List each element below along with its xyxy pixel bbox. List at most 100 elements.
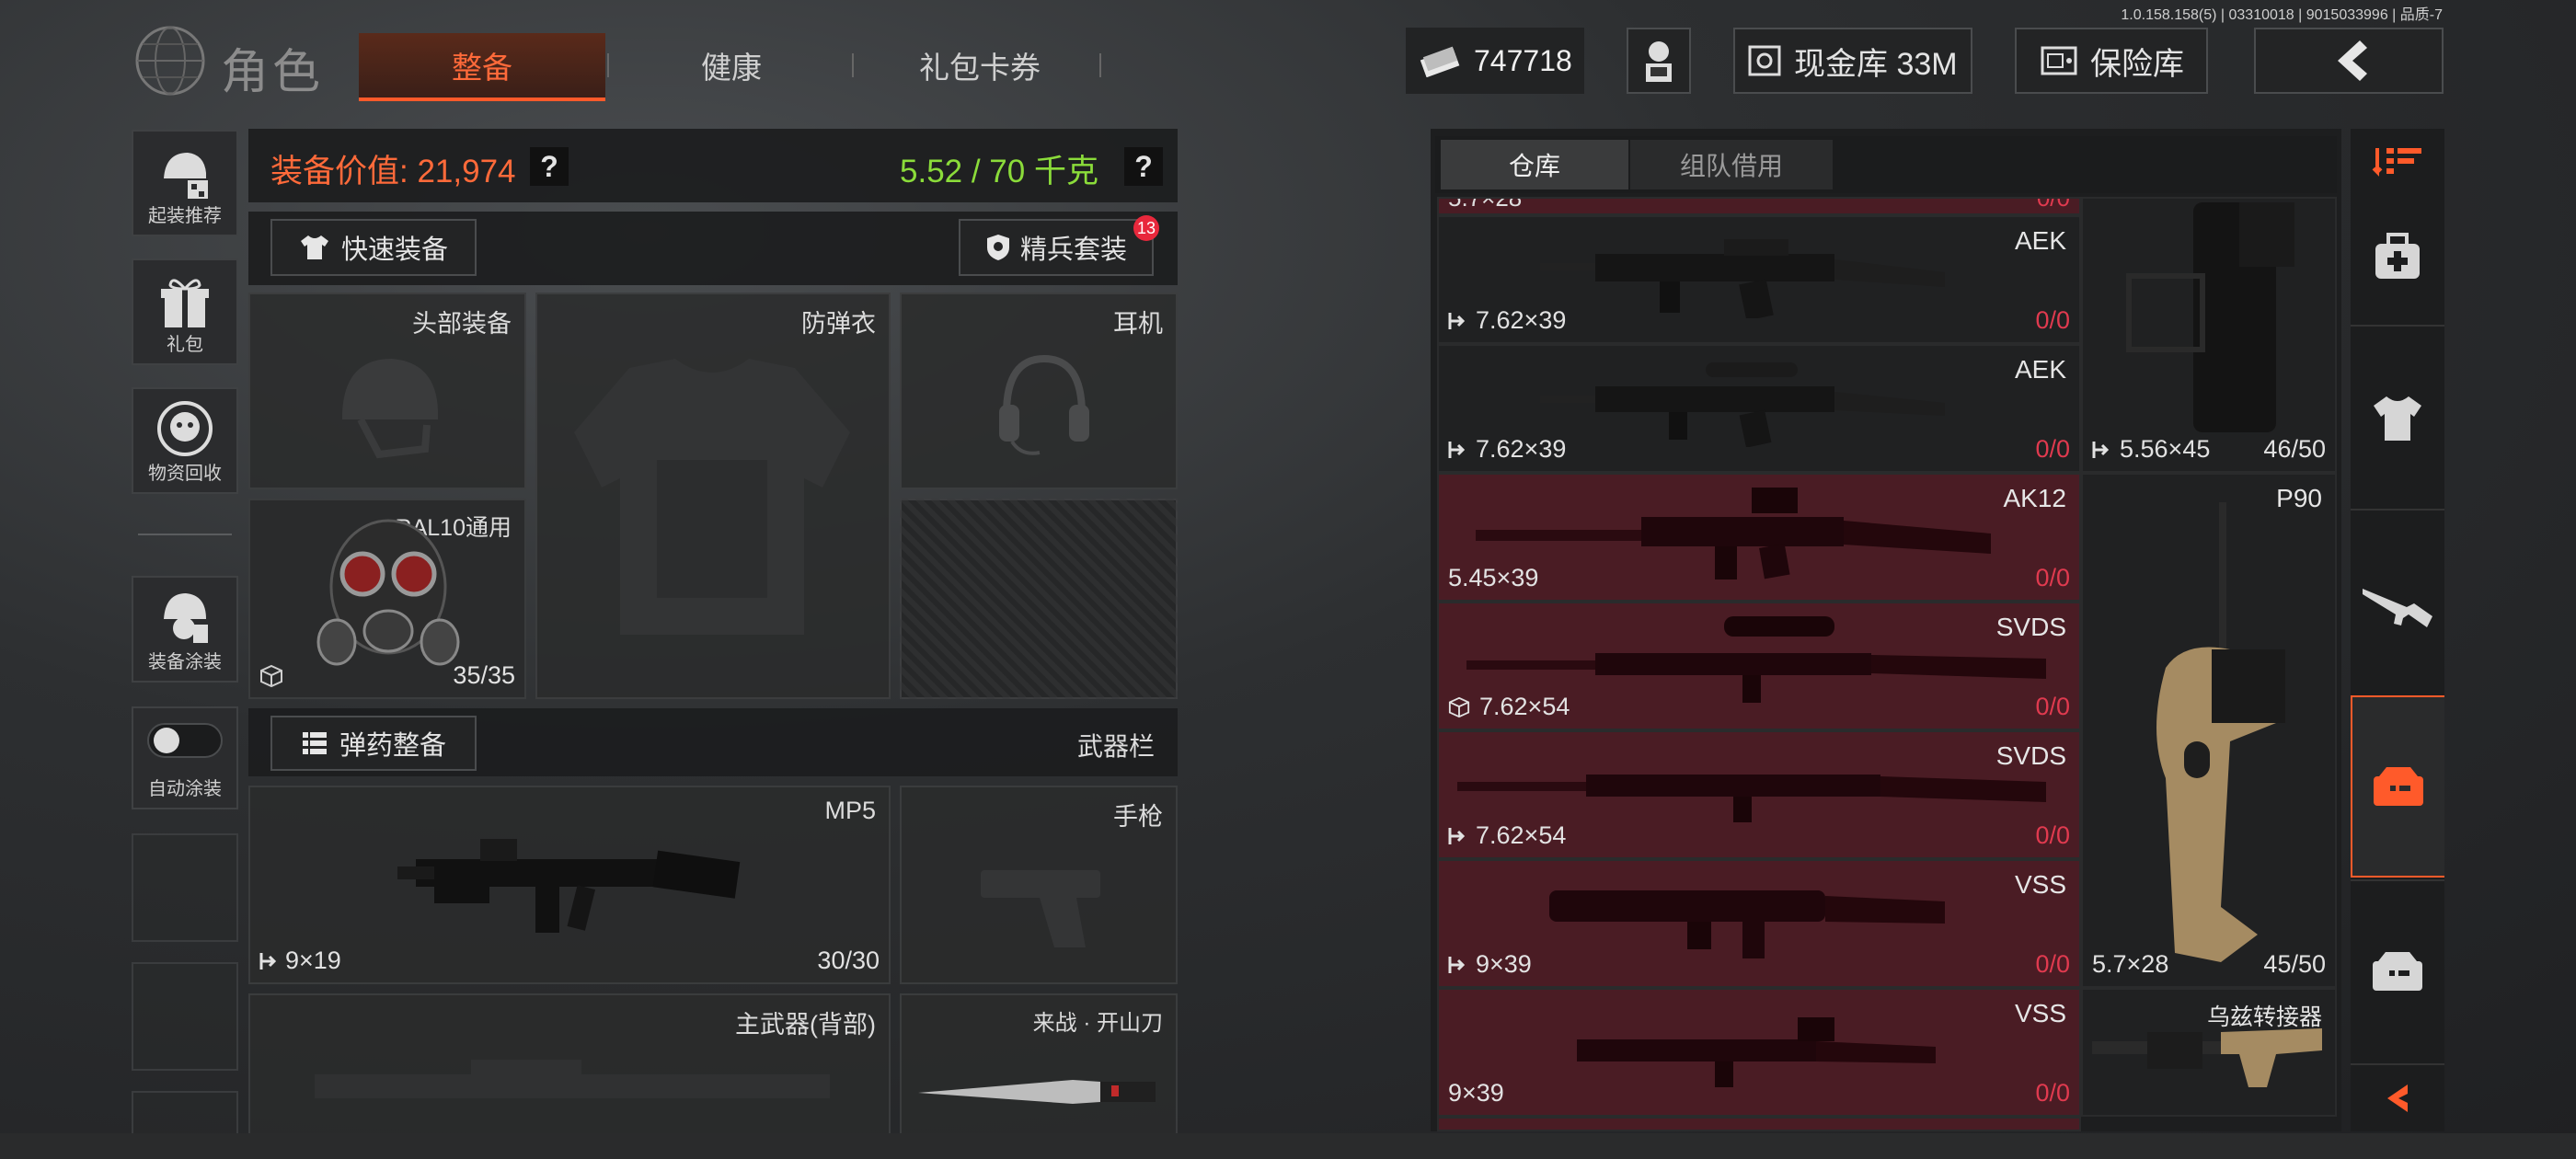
recycle-icon [155, 399, 214, 458]
link-icon [1448, 955, 1466, 975]
sidebar-item-recycle[interactable]: 物资回收 [132, 387, 238, 494]
nav-weapons[interactable] [2351, 512, 2444, 694]
caliber-text: 9×19 [285, 947, 341, 974]
pistol-slot-title: 手枪 [1113, 803, 1163, 831]
sort-button[interactable] [2351, 133, 2444, 189]
medkit-icon [2372, 231, 2423, 282]
weapon-name: VSS [2014, 999, 2066, 1027]
quick-equip-label: 快速装备 [340, 235, 448, 265]
vss-rifle-icon [1549, 874, 1954, 966]
weapon-list-item[interactable]: 5.7×28 0/0 [1437, 197, 2081, 215]
tab-equip[interactable]: 整备 [359, 33, 605, 101]
weapon-list-item[interactable]: AK12 5.45×39 0/0 [1437, 473, 2081, 602]
nav-storage[interactable] [2351, 879, 2444, 1061]
elite-set-button[interactable]: 精兵套装 [959, 219, 1154, 276]
weapon-list-item[interactable]: VSS 9×39 0/0 [1437, 859, 2081, 988]
operator-icon [1638, 38, 1680, 84]
mask-slot[interactable]: RAL10通用 35/35 [248, 499, 526, 699]
tab-health[interactable]: 健康 [644, 33, 819, 98]
rifle-placeholder-icon [287, 1060, 857, 1133]
weapon-name: AK12 [2003, 484, 2067, 512]
empty-equipment-slot[interactable] [900, 499, 1178, 699]
caliber-text: 5.45×39 [1448, 564, 1539, 591]
globe-logo-icon [133, 24, 207, 98]
tab-gift-cards[interactable]: 礼包卡券 [883, 33, 1076, 98]
weapon-caliber: 5.45×39 [1448, 564, 1538, 592]
secondary-weapon-slot[interactable]: MP5 9×19 30/30 [248, 786, 891, 984]
link-icon [1448, 311, 1466, 331]
caliber-text: 9×39 [1476, 950, 1532, 978]
aek-scoped-rifle-icon [1540, 355, 1963, 447]
tab-gift-cards-label: 礼包卡券 [919, 51, 1041, 85]
tab-warehouse-label: 仓库 [1508, 152, 1560, 180]
agent-button[interactable] [1627, 28, 1691, 94]
quick-equip-button[interactable]: 快速装备 [270, 219, 477, 276]
vest-placeholder-icon [565, 350, 859, 653]
cash-vault-button[interactable]: 现金库 33M [1733, 28, 1972, 94]
head-slot[interactable]: 头部装备 [248, 293, 526, 489]
weapon-count: 0/0 [2035, 1079, 2070, 1107]
caliber-text: 7.62×39 [1476, 306, 1567, 334]
sidebar-item-label: 礼包 [167, 335, 203, 355]
weapon-list-item[interactable]: 5.56×45 46/50 [2081, 197, 2337, 473]
tab-divider [852, 53, 854, 77]
sidebar-item-loadout-recommend[interactable]: 起装推荐 [132, 130, 238, 236]
collapse-button[interactable] [2351, 1063, 2444, 1131]
pistol-slot[interactable]: 手枪 [900, 786, 1178, 984]
nav-clothing[interactable] [2351, 328, 2444, 511]
weapon-list-item[interactable]: P90 5.7×28 45/50 [2081, 473, 2337, 988]
tab-team-borrow[interactable]: 组队借用 [1630, 140, 1833, 189]
link-icon [259, 951, 278, 971]
toggle-icon[interactable] [146, 722, 224, 759]
value-help-button[interactable]: ? [530, 147, 569, 186]
back-button[interactable] [2254, 28, 2444, 94]
mask-durability: 35/35 [453, 661, 515, 689]
sidebar-item-gift[interactable]: 礼包 [132, 258, 238, 365]
weapon-name: AEK [2014, 226, 2066, 255]
tab-equip-label: 整备 [452, 51, 512, 85]
caliber-text: 7.62×39 [1476, 435, 1567, 463]
armor-slot[interactable]: 防弹衣 [535, 293, 891, 699]
weapon-list-item[interactable]: AEK 7.62×39 0/0 [1437, 344, 2081, 473]
ammo-prep-label: 弹药整备 [339, 731, 446, 761]
vault-icon [1748, 45, 1781, 76]
melee-slot[interactable]: 来战 · 开山刀 [900, 993, 1178, 1137]
weapon-list-item[interactable]: 乌兹转接器 [2081, 988, 2337, 1117]
weapon-list-item[interactable]: VSS 9×39 0/0 [1437, 988, 2081, 1117]
shield-icon [985, 233, 1011, 262]
weapon-list-item[interactable]: AEK 7.62×39 0/0 [1437, 215, 2081, 344]
caliber-text: 9×39 [1448, 1079, 1504, 1107]
caliber-text: 5.56×45 [2120, 435, 2211, 463]
gift-icon [159, 274, 211, 329]
primary-weapon-back-slot[interactable]: 主武器(背部) [248, 993, 891, 1137]
sidebar-item-label: 物资回收 [148, 464, 222, 484]
weapon-list-item[interactable]: SVDS 7.62×54 0/0 [1437, 602, 2081, 730]
primary-weapon-back-title: 主武器(背部) [735, 1011, 876, 1039]
insurance-label: 保险库 [2090, 46, 2184, 82]
headset-slot[interactable]: 耳机 [900, 293, 1178, 489]
weapon-caliber: 9×39 [1448, 1079, 1504, 1107]
insurance-button[interactable]: 保险库 [2015, 28, 2208, 94]
ammo-icon [301, 729, 328, 757]
link-icon [1448, 440, 1466, 460]
weight-help-button[interactable]: ? [1124, 147, 1163, 186]
bottom-edge [0, 1133, 2576, 1159]
tab-warehouse[interactable]: 仓库 [1441, 140, 1628, 189]
weapon-caliber: 7.62×39 [1448, 306, 1566, 335]
ammo-prep-button[interactable]: 弹药整备 [270, 716, 477, 771]
weapon-list-item[interactable]: SVDS 7.62×54 0/0 [1437, 730, 2081, 859]
shirt-icon [2370, 393, 2425, 444]
cash-stack-icon [1419, 44, 1463, 77]
sidebar-item-auto-paint[interactable]: 自动涂装 [132, 706, 238, 809]
crate-icon [2370, 763, 2427, 809]
elite-set-label: 精兵套装 [1019, 235, 1127, 265]
sidebar-item-paint[interactable]: 装备涂装 [132, 576, 238, 683]
ump-smg-icon [2101, 202, 2322, 442]
weapon-name: VSS [2014, 870, 2066, 899]
sidebar-item-label: 起装推荐 [148, 206, 222, 226]
weapon-list-item[interactable] [1437, 1117, 2081, 1131]
weapon-count: 0/0 [2035, 435, 2070, 463]
secondary-weapon-caliber: 9×19 [259, 947, 341, 975]
nav-crate-active[interactable] [2351, 695, 2444, 878]
nav-medical[interactable] [2351, 189, 2444, 327]
